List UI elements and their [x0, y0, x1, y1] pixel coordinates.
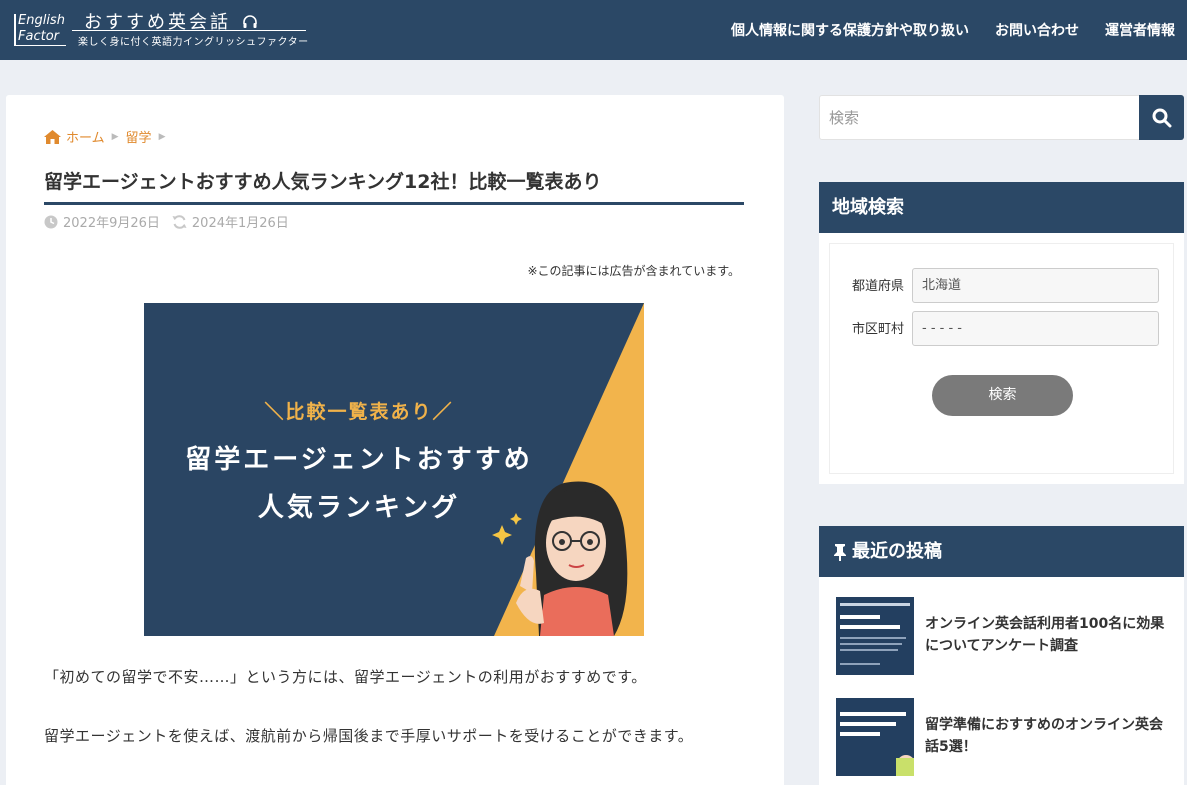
chevron-right-icon: ▶	[111, 131, 119, 142]
logo-line1: English	[18, 13, 65, 28]
recent-post-item[interactable]: 留学準備におすすめのオンライン英会話5選！	[836, 698, 1176, 776]
search-input[interactable]	[820, 96, 1140, 139]
published-date: 2022年9月26日	[63, 216, 160, 231]
article-card: ホーム ▶ 留学 ▶ 留学エージェントおすすめ人気ランキング12社！比較一覧表あ…	[6, 95, 784, 785]
prefecture-select[interactable]: 北海道	[912, 268, 1159, 303]
region-search-button[interactable]: 検索	[932, 375, 1073, 416]
region-search-form: 都道府県 北海道 市区町村 - - - - - 検索	[829, 243, 1174, 474]
home-icon	[44, 129, 61, 144]
logo-line2: Factor	[18, 29, 59, 44]
site-header: English Factor おすすめ英会話 楽しく身に付く英語力イングリッシュ…	[0, 0, 1187, 60]
city-label: 市区町村	[852, 322, 905, 337]
headphones-icon	[242, 15, 257, 28]
prefecture-label: 都道府県	[852, 279, 905, 294]
hero-image: ＼比較一覧表あり／ 留学エージェントおすすめ 人気ランキング	[144, 303, 644, 636]
nav-privacy[interactable]: 個人情報に関する保護方針や取り扱い	[731, 20, 969, 40]
site-subtitle: 楽しく身に付く英語力イングリッシュファクター	[78, 37, 309, 48]
recent-post-item[interactable]: オンライン英会話利用者100名に効果についてアンケート調査	[836, 597, 1176, 675]
chevron-right-icon: ▶	[158, 131, 166, 142]
main-nav: 個人情報に関する保護方針や取り扱い お問い合わせ 運営者情報	[731, 20, 1175, 40]
sidebar-search	[819, 95, 1184, 140]
recent-posts-title: 最近の投稿	[852, 541, 942, 562]
site-logo[interactable]: English Factor おすすめ英会話 楽しく身に付く英語力イングリッシュ…	[14, 8, 309, 48]
post-thumbnail-graphic	[836, 698, 914, 776]
post-title[interactable]: オンライン英会話利用者100名に効果についてアンケート調査	[925, 613, 1175, 657]
recent-posts-widget: オンライン英会話利用者100名に効果についてアンケート調査 留学準備におすすめの…	[819, 577, 1184, 785]
pin-icon	[834, 543, 846, 561]
search-button[interactable]	[1139, 95, 1184, 140]
hero-headline-1: 留学エージェントおすすめ	[185, 445, 533, 475]
logo-mark: English Factor	[14, 13, 66, 46]
city-select[interactable]: - - - - -	[912, 311, 1159, 346]
article-paragraph-2: 留学エージェントを使えば、渡航前から帰国後まで手厚いサポートを受けることができま…	[44, 727, 694, 745]
breadcrumb-category[interactable]: 留学	[126, 127, 152, 146]
breadcrumb-home[interactable]: ホーム	[66, 127, 105, 146]
breadcrumb: ホーム ▶ 留学 ▶	[44, 127, 172, 146]
post-thumbnail-graphic	[836, 597, 914, 675]
recent-posts-heading: 最近の投稿	[819, 526, 1184, 577]
post-thumbnail[interactable]	[836, 698, 914, 776]
article-dates: 2022年9月26日 2024年1月26日	[44, 212, 289, 231]
article-title: 留学エージェントおすすめ人気ランキング12社！比較一覧表あり	[44, 167, 744, 205]
refresh-icon	[172, 214, 187, 229]
post-title[interactable]: 留学準備におすすめのオンライン英会話5選！	[925, 714, 1175, 758]
clock-icon	[44, 215, 58, 228]
nav-operator[interactable]: 運営者情報	[1105, 20, 1175, 40]
ad-disclosure: ※この記事には広告が含まれています。	[527, 264, 741, 278]
article-paragraph-1: 「初めての留学で不安……」という方には、留学エージェントの利用がおすすめです。	[44, 668, 647, 686]
hero-kicker: ＼比較一覧表あり／	[264, 401, 454, 423]
region-search-heading: 地域検索	[819, 182, 1184, 233]
region-search-title: 地域検索	[832, 197, 904, 218]
updated-date: 2024年1月26日	[191, 216, 289, 231]
logo-divider	[72, 30, 306, 31]
post-thumbnail[interactable]	[836, 597, 914, 675]
nav-contact[interactable]: お問い合わせ	[995, 20, 1079, 40]
search-icon	[1152, 108, 1171, 127]
hero-headline-2: 人気ランキング	[257, 493, 461, 523]
region-search-widget: 都道府県 北海道 市区町村 - - - - - 検索	[819, 233, 1184, 484]
